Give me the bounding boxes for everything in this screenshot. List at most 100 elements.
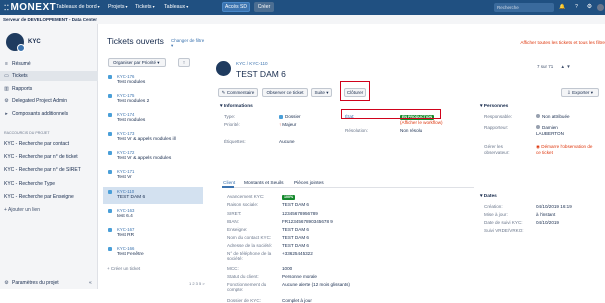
adresse-value: TEST DAM 6 — [282, 243, 309, 248]
type-value: Dossier — [279, 114, 301, 119]
informations-section-header[interactable]: ▾ Informations — [220, 104, 253, 109]
project-avatar[interactable] — [6, 33, 25, 52]
statut-value: Personne morale — [282, 274, 317, 279]
create-ticket-link[interactable]: + Créer un ticket — [107, 266, 140, 271]
iban-label: IBAN: — [227, 219, 239, 224]
labels-label: Étiquettes: — [224, 139, 246, 144]
shortcut-siret[interactable]: KYC - Recherche par n° de SIRET — [4, 167, 81, 173]
change-filter-dropdown[interactable]: Changer de filtre ▾ — [171, 38, 207, 49]
nav-tickets[interactable]: Tickets▾ — [135, 4, 155, 10]
shortcut-contact[interactable]: KYC - Recherche par contact — [4, 141, 69, 147]
enseigne-value: TEST DAM 6 — [282, 227, 309, 232]
contact-name-label: Nom du contact KYC: — [227, 235, 272, 240]
reporter-label: Rapporteur: — [484, 125, 509, 130]
search-input[interactable]: Recherche — [494, 3, 554, 12]
reports-icon: ▥ — [4, 86, 9, 92]
siret-label: SIRET: — [227, 211, 242, 216]
priority-value: ↑Majeur — [279, 122, 297, 127]
shortcut-ticket[interactable]: KYC - Recherche par n° de ticket — [4, 154, 78, 160]
project-name[interactable]: KYC — [28, 39, 41, 45]
highlight-box-close — [340, 81, 370, 101]
ticket-list-item[interactable]: KYC-172 Test Vr & appels modules — [103, 148, 203, 165]
avancement-label: Avancement KYC: — [227, 194, 265, 199]
ticket-title: TEST DAM 6 — [236, 69, 286, 79]
monext-logo[interactable]: ⁚⁚MONEXT — [4, 2, 56, 13]
ticket-type-icon — [108, 75, 112, 79]
ticket-counter[interactable]: 7 sur 71 ▲ ▼ — [537, 64, 571, 69]
acces-sd-button[interactable]: Accès SD — [222, 2, 250, 12]
nav-tableaux[interactable]: Tableaux▾ — [164, 4, 188, 10]
create-button[interactable]: Créer — [254, 2, 274, 12]
nav-projets[interactable]: Projets▾ — [108, 4, 128, 10]
server-banner: Serveur de DEVELOPPEMENT - Data Center — [0, 15, 605, 24]
ticket-list-item[interactable]: KYC-175 Test modules 2 — [103, 91, 203, 108]
ticket-list-item[interactable]: KYC-174 Test modules — [103, 110, 203, 127]
sidebar-item-resume[interactable]: ≡ Résumé — [4, 61, 31, 67]
telephone-value: +33625445322 — [282, 251, 313, 256]
sort-direction-button[interactable]: ↑ — [178, 58, 190, 67]
project-sidebar: KYC ≡ Résumé ▭ Tickets ▥ Rapports ⚙ Delegate… — [0, 24, 98, 289]
labels-value: Aucune — [279, 139, 295, 144]
settings-icon[interactable]: ⚙ — [585, 3, 594, 12]
reporter-value[interactable]: Damien LAUBERTON — [536, 125, 566, 137]
enseigne-label: Enseigne: — [227, 227, 248, 232]
ticket-list-item[interactable]: KYC-173 Test Vr & appels modules ill — [103, 129, 203, 146]
nav-tableaux-de-bord[interactable]: Tableaux de bord▾ — [56, 4, 100, 10]
tickets-icon: ▭ — [4, 73, 9, 79]
dates-section-header[interactable]: ▾ Dates — [480, 194, 497, 199]
breadcrumb[interactable]: KYC / KYC-110 — [236, 61, 268, 66]
workflow-link[interactable]: (Afficher le workflow) — [400, 120, 443, 125]
tab-montants-seuils[interactable]: Montants et Seuils — [244, 181, 283, 186]
priority-label: Priorité: — [224, 122, 240, 127]
ticket-list-item[interactable]: KYC-167 Test RR — [103, 225, 203, 242]
pagination[interactable]: 1 2 3 5 > — [189, 281, 205, 286]
mcc-label: MCC: — [227, 266, 239, 271]
chevron-right-icon: ▸ — [5, 111, 8, 117]
shortcut-enseigne[interactable]: KYC - Recherche par Enseigne — [4, 194, 74, 200]
assignee-value[interactable]: Non attribuée — [536, 114, 570, 119]
comment-icon: ✎ — [221, 90, 226, 95]
ticket-type-icon — [108, 190, 112, 194]
sidebar-item-delegated-admin[interactable]: ⚙ Delegated Project Admin — [4, 98, 67, 104]
watch-button[interactable]: Observer ce ticket — [262, 88, 308, 97]
notifications-icon[interactable]: 🔔 — [558, 3, 567, 12]
project-avatar-small — [216, 61, 231, 76]
ticket-list-item[interactable]: KYC-171 Test Vr — [103, 167, 203, 184]
shortcut-type[interactable]: KYC - Recherche Type — [4, 181, 55, 187]
ticket-list-item[interactable]: KYC-163 test 6.4 — [103, 206, 203, 223]
sort-dropdown[interactable]: Organiser par Priorité ▾ — [108, 58, 166, 67]
user-avatar[interactable] — [597, 4, 604, 11]
siret-value: 12345678956789 — [282, 211, 318, 216]
prev-ticket-icon[interactable]: ▲ — [561, 64, 565, 69]
resolution-label: Résolution: — [345, 128, 368, 133]
kyc-followup-value: 04/10/2019 — [536, 220, 559, 225]
add-link[interactable]: + Ajouter un lien — [4, 207, 40, 213]
personnes-section-header[interactable]: ▾ Personnes — [480, 104, 508, 109]
ticket-list-item[interactable]: KYC-176 Test modules — [103, 72, 203, 89]
collapse-sidebar-icon[interactable]: « — [89, 280, 92, 286]
export-dropdown[interactable]: ⇩ Exporter ▾ — [561, 88, 599, 97]
more-dropdown[interactable]: Suite ▾ — [311, 88, 332, 97]
show-all-tickets-link[interactable]: Afficher toutes les tickets et tous les … — [520, 40, 605, 45]
statut-label: Statut du client: — [227, 274, 259, 279]
created-label: Création: — [484, 204, 503, 209]
help-icon[interactable]: ? — [572, 3, 581, 12]
comment-button[interactable]: ✎ Commentaire — [218, 88, 258, 97]
summary-icon: ≡ — [5, 61, 8, 67]
ticket-list-item-selected[interactable]: KYC-110 TEST DAM 6 — [103, 187, 203, 204]
vrde-followup-label: Suivi VRDE/VRKO: — [484, 228, 524, 233]
dossier-value: Complet à jour — [282, 298, 312, 303]
ticket-list-item[interactable]: KYC-166 Test Fenêtre — [103, 244, 203, 257]
next-ticket-icon[interactable]: ▼ — [566, 64, 570, 69]
sidebar-item-composants[interactable]: ▸ Composants additionnels — [4, 111, 68, 117]
project-settings[interactable]: ⚙ Paramètres du projet — [4, 280, 58, 286]
sidebar-item-tickets[interactable]: ▭ Tickets — [0, 71, 98, 81]
updated-value: à l'instant — [536, 212, 556, 217]
tab-pieces-jointes[interactable]: Pièces jointes — [294, 181, 324, 186]
sidebar-item-rapports[interactable]: ▥ Rapports — [4, 86, 32, 92]
start-watching-link[interactable]: ◉ Démarre l'observation de ce ticket — [536, 144, 598, 156]
user-icon — [536, 114, 540, 118]
fonctionnement-value: Aucune alerte (12 mois glissants) — [282, 282, 350, 287]
ticket-list-panel: Tickets ouverts Changer de filtre ▾ Orga… — [99, 24, 207, 289]
updated-label: Mise à jour: — [484, 212, 508, 217]
